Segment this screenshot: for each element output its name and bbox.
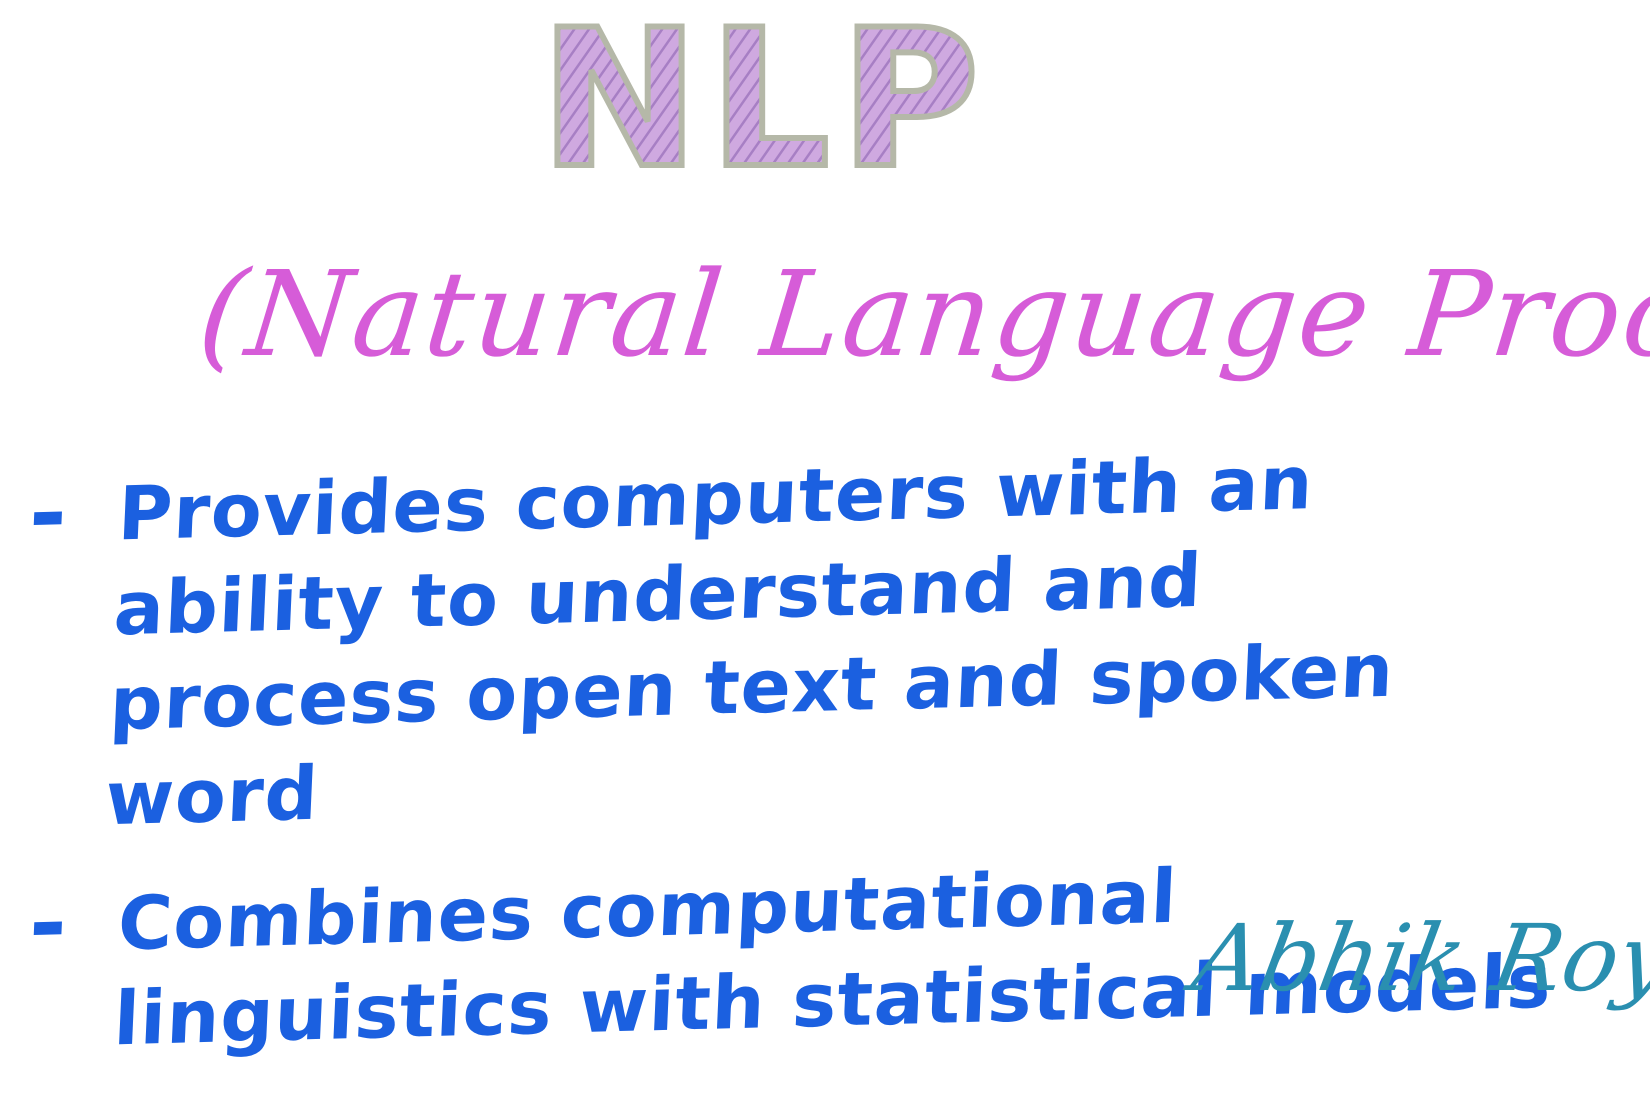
author-signature: Abhik Roy [1185, 905, 1650, 1012]
subtitle: (Natural Language Processing) [192, 245, 1650, 383]
bullet-dash: - [27, 460, 70, 567]
title-text: NLP [540, 0, 989, 200]
title-nlp: NLP [537, 0, 989, 200]
whiteboard-canvas: NLP (Natural Language Processing) - Prov… [0, 0, 1650, 1109]
bullet-item: - Provides computers with an ability to … [3, 428, 1622, 850]
bullet-dash: - [27, 870, 70, 977]
bullet-text: Provides computers with an ability to un… [103, 440, 1396, 843]
